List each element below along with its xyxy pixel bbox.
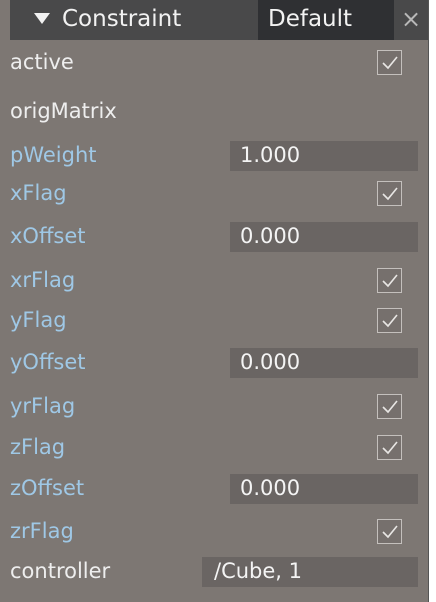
default-button[interactable]: Default <box>258 0 394 40</box>
label-origmatrix: origMatrix <box>10 99 117 123</box>
label-zrflag: zrFlag <box>10 519 74 543</box>
label-zoffset: zOffset <box>10 476 85 500</box>
checkmark-icon <box>382 400 398 414</box>
label-xflag: xFlag <box>10 181 67 205</box>
checkmark-icon <box>382 274 398 288</box>
checkbox-zflag[interactable] <box>377 435 402 460</box>
row-xoffset: xOffset 0.000 <box>10 221 428 255</box>
label-yflag: yFlag <box>10 308 67 332</box>
xoffset-field[interactable]: 0.000 <box>230 222 418 252</box>
row-origmatrix: origMatrix <box>10 96 428 130</box>
triangle-down-icon[interactable] <box>34 13 50 24</box>
checkbox-zrflag[interactable] <box>377 519 402 544</box>
controller-field[interactable]: /Cube, 1 <box>202 557 418 587</box>
label-yrflag: yrFlag <box>10 394 76 418</box>
row-zrflag: zrFlag <box>10 516 428 550</box>
label-zflag: zFlag <box>10 435 66 459</box>
pweight-field[interactable]: 1.000 <box>230 141 418 171</box>
row-controller: controller /Cube, 1 <box>10 556 428 590</box>
row-yoffset: yOffset 0.000 <box>10 347 428 381</box>
label-pweight: pWeight <box>10 143 97 167</box>
checkbox-yrflag[interactable] <box>377 394 402 419</box>
row-xrflag: xrFlag <box>10 265 428 299</box>
checkmark-icon <box>382 525 398 539</box>
default-label: Default <box>268 6 353 32</box>
close-icon[interactable]: × <box>394 0 428 40</box>
row-zflag: zFlag <box>10 432 428 466</box>
row-active: active <box>10 47 428 81</box>
row-pweight: pWeight 1.000 <box>10 140 428 174</box>
constraint-header: Constraint Default × <box>10 0 428 40</box>
row-yrflag: yrFlag <box>10 391 428 425</box>
row-yflag: yFlag <box>10 305 428 339</box>
label-controller: controller <box>10 559 111 583</box>
row-xflag: xFlag <box>10 178 428 212</box>
checkmark-icon <box>382 441 398 455</box>
checkmark-icon <box>382 56 398 70</box>
row-zoffset: zOffset 0.000 <box>10 473 428 507</box>
label-yoffset: yOffset <box>10 350 86 374</box>
label-active: active <box>10 50 74 74</box>
checkmark-icon <box>382 187 398 201</box>
label-xoffset: xOffset <box>10 224 86 248</box>
yoffset-field[interactable]: 0.000 <box>230 348 418 378</box>
zoffset-field[interactable]: 0.000 <box>230 474 418 504</box>
checkbox-yflag[interactable] <box>377 308 402 333</box>
checkbox-xflag[interactable] <box>377 181 402 206</box>
section-title[interactable]: Constraint <box>62 6 181 32</box>
label-xrflag: xrFlag <box>10 268 76 292</box>
checkbox-xrflag[interactable] <box>377 268 402 293</box>
checkbox-active[interactable] <box>377 50 402 75</box>
checkmark-icon <box>382 314 398 328</box>
attribute-panel: Constraint Default × active origMatrix p… <box>0 0 429 602</box>
